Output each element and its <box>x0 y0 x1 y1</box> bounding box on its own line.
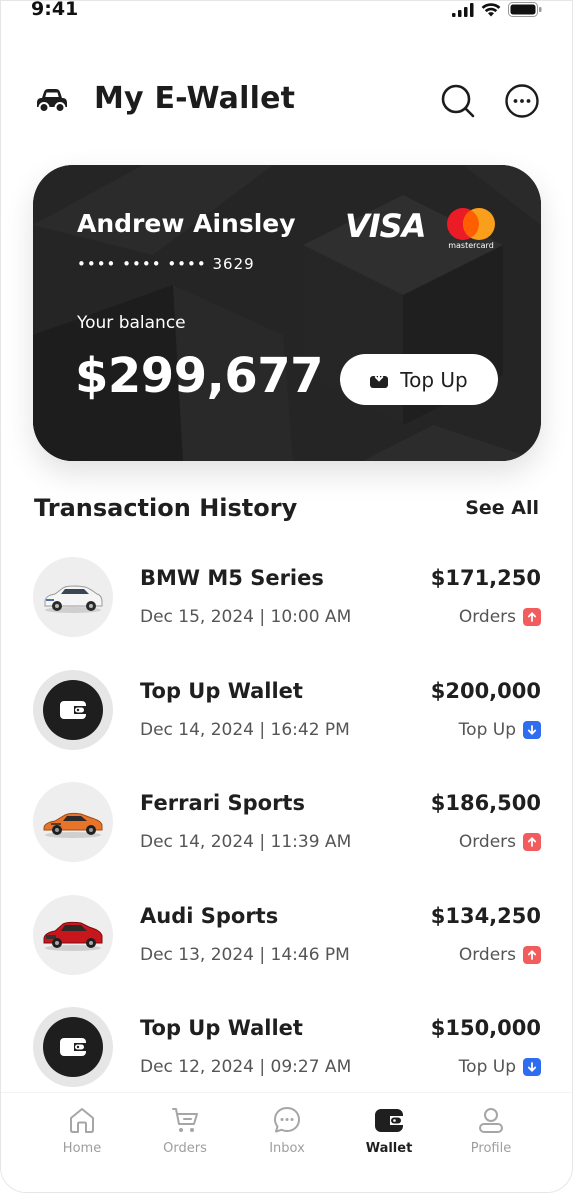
nav-item-inbox[interactable]: Inbox <box>242 1105 332 1165</box>
chat-icon <box>274 1107 300 1133</box>
nav-item-profile[interactable]: Profile <box>446 1105 536 1165</box>
more-options-icon[interactable] <box>504 83 540 119</box>
balance-label: Your balance <box>77 313 186 333</box>
transaction-date: Dec 13, 2024 | 14:46 PM <box>140 944 350 965</box>
transaction-type-label: Top Up <box>458 1057 516 1077</box>
arrow-up-icon <box>523 833 541 851</box>
wallet-card: Andrew Ainsley •••• •••• •••• 3629 VISA … <box>33 165 541 461</box>
phone-screen: 9:41 My E-Wallet Andrew Ainsley •••• •••… <box>0 0 573 1193</box>
cart-icon <box>172 1108 198 1132</box>
transaction-type-label: Orders <box>458 944 516 965</box>
user-icon <box>479 1108 503 1133</box>
transaction-type: Orders <box>459 832 541 852</box>
car-white-icon <box>33 557 113 637</box>
nav-item-orders[interactable]: Orders <box>140 1105 230 1165</box>
top-up-icon <box>370 371 389 388</box>
transaction-amount: $150,000 <box>430 1016 541 1040</box>
nav-item-home[interactable]: Home <box>37 1105 127 1165</box>
page-title: My E-Wallet <box>94 81 296 116</box>
transaction-date: Dec 14, 2024 | 16:42 PM <box>140 719 350 740</box>
transaction-type: Top Up <box>459 1057 541 1077</box>
transaction-row[interactable]: Top Up Wallet Dec 14, 2024 | 16:42 PM $2… <box>33 669 541 783</box>
transaction-name: BMW M5 Series <box>140 566 324 590</box>
arrow-down-icon <box>523 1058 541 1076</box>
car-red-icon <box>33 894 113 975</box>
transaction-amount: $134,250 <box>430 903 541 928</box>
home-icon <box>70 1108 94 1133</box>
transaction-amount: $200,000 <box>430 678 541 703</box>
transaction-name: Top Up Wallet <box>140 678 303 703</box>
arrow-down-icon <box>523 720 541 739</box>
transaction-type-label: Top Up <box>458 719 516 740</box>
transaction-history-title: Transaction History <box>34 494 298 522</box>
card-number: •••• •••• •••• 3629 <box>77 255 255 273</box>
transaction-name: Audi Sports <box>140 903 279 928</box>
signal-icon <box>452 2 474 17</box>
balance-amount: $299,677 <box>75 348 324 404</box>
nav-label-home: Home <box>62 1141 102 1156</box>
wallet-icon <box>33 669 113 750</box>
battery-icon <box>508 2 542 17</box>
transaction-name: Top Up Wallet <box>140 1016 303 1040</box>
transaction-amount: $171,250 <box>430 566 541 590</box>
transaction-row[interactable]: Ferrari Sports Dec 14, 2024 | 11:39 AM $… <box>33 782 541 895</box>
transaction-type: Top Up <box>459 720 541 740</box>
nav-label-inbox: Inbox <box>269 1141 305 1156</box>
transaction-name: Ferrari Sports <box>140 791 305 815</box>
transaction-row[interactable]: Audi Sports Dec 13, 2024 | 14:46 PM $134… <box>33 894 541 1008</box>
top-up-button[interactable]: Top Up <box>340 354 498 405</box>
wallet-icon <box>33 1007 113 1087</box>
search-icon[interactable] <box>440 83 476 119</box>
transaction-list: BMW M5 Series Dec 15, 2024 | 10:00 AM $1… <box>33 557 541 1120</box>
see-all-link[interactable]: See All <box>465 497 539 519</box>
mastercard-icon <box>447 208 495 240</box>
card-holder-name: Andrew Ainsley <box>77 209 296 238</box>
transaction-history-header: Transaction History See All <box>34 494 539 526</box>
status-time: 9:41 <box>31 0 79 20</box>
arrow-up-icon <box>523 608 541 626</box>
nav-item-wallet[interactable]: Wallet <box>344 1105 434 1165</box>
app-header: My E-Wallet <box>33 79 540 125</box>
car-logo-icon <box>37 89 67 113</box>
visa-logo: VISA <box>345 207 426 245</box>
transaction-date: Dec 12, 2024 | 09:27 AM <box>140 1057 352 1077</box>
transaction-type-label: Orders <box>458 832 516 852</box>
wallet-icon <box>375 1109 403 1132</box>
nav-label-wallet: Wallet <box>365 1141 413 1156</box>
nav-label-orders: Orders <box>163 1141 207 1156</box>
transaction-type: Orders <box>459 607 541 627</box>
bottom-navigation: Home Orders Inbox Wallet Profile <box>1 1092 572 1192</box>
transaction-amount: $186,500 <box>430 791 541 815</box>
transaction-date: Dec 14, 2024 | 11:39 AM <box>140 832 352 852</box>
car-orange-icon <box>33 782 113 862</box>
transaction-row[interactable]: BMW M5 Series Dec 15, 2024 | 10:00 AM $1… <box>33 557 541 670</box>
top-up-label: Top Up <box>400 367 468 392</box>
transaction-date: Dec 15, 2024 | 10:00 AM <box>140 607 352 627</box>
nav-label-profile: Profile <box>470 1141 512 1156</box>
arrow-up-icon <box>523 945 541 964</box>
transaction-type-label: Orders <box>458 607 516 627</box>
transaction-type: Orders <box>459 945 541 965</box>
status-icons <box>452 2 542 17</box>
status-bar: 9:41 <box>1 1 572 23</box>
wifi-icon <box>481 2 501 16</box>
mastercard-logo: mastercard <box>443 207 503 257</box>
mastercard-label: mastercard <box>448 241 494 250</box>
